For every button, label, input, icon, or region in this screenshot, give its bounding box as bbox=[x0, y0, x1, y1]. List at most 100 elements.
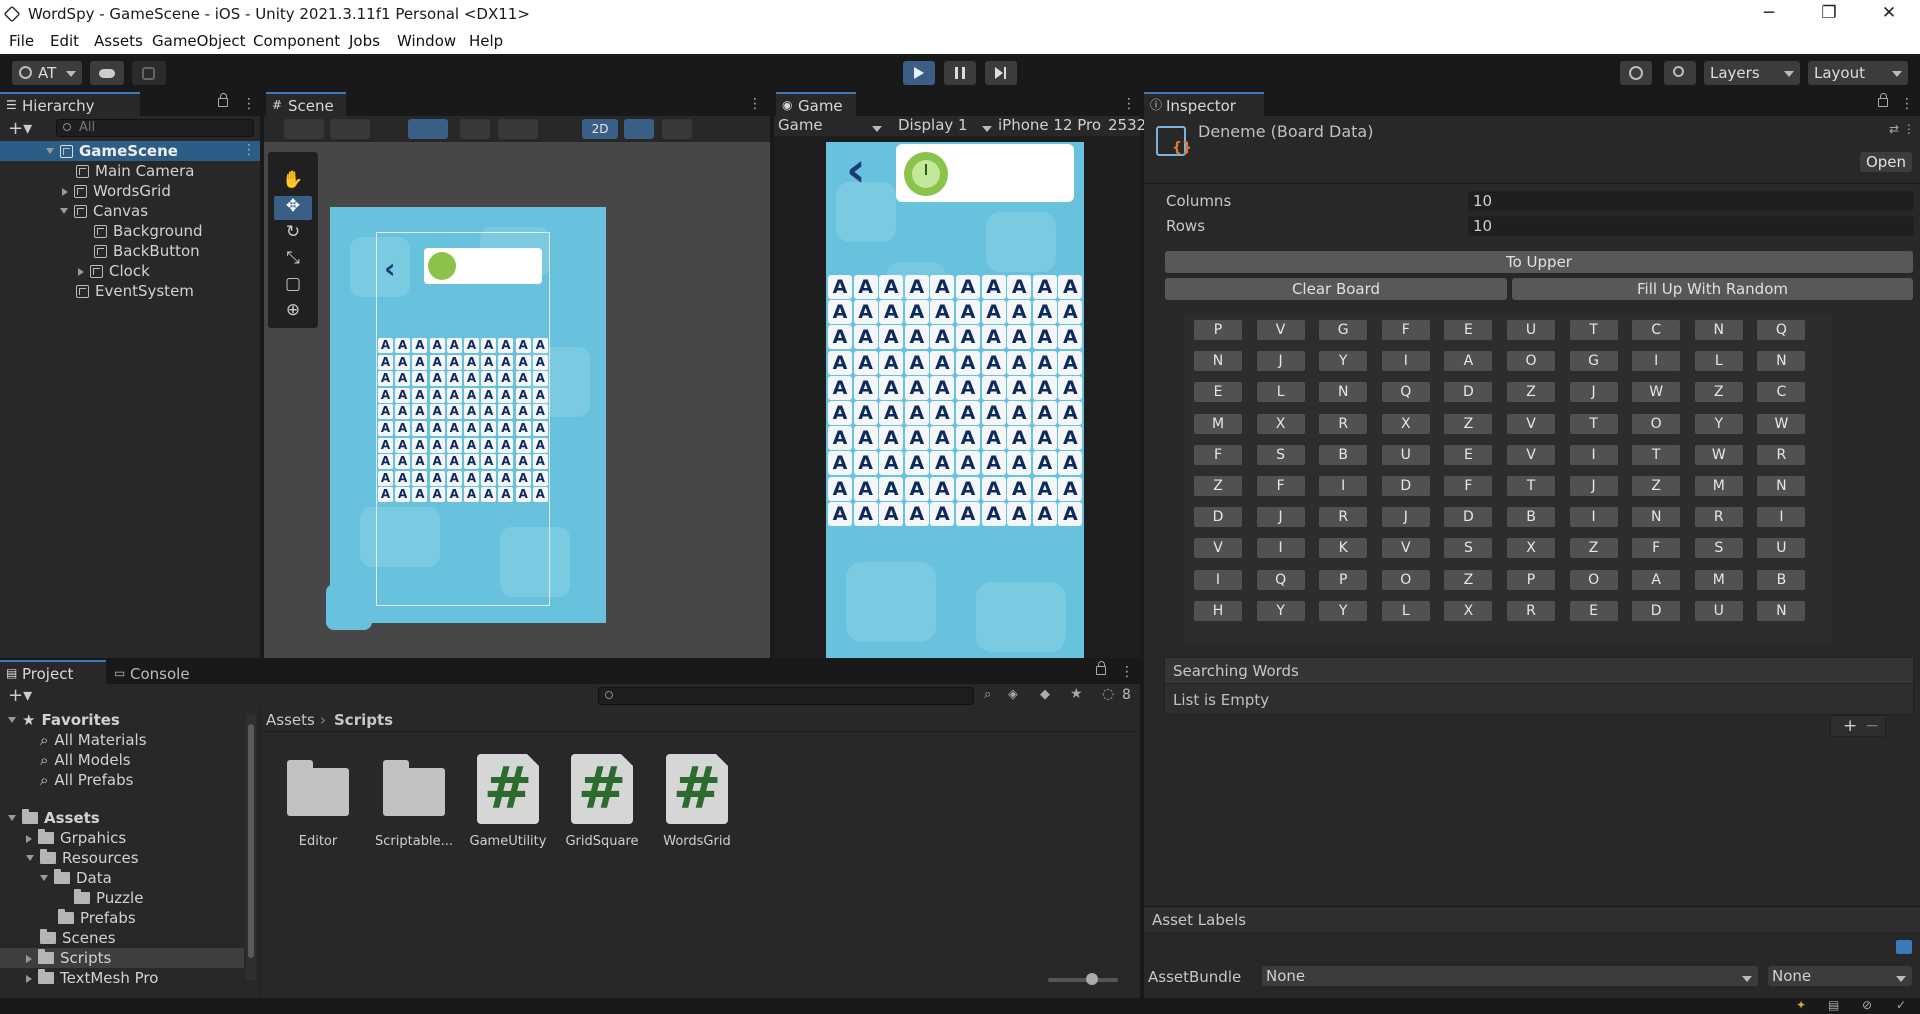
board-cell[interactable]: I bbox=[1757, 507, 1806, 528]
board-cell[interactable]: R bbox=[1757, 444, 1806, 465]
game-letter-tile[interactable]: A bbox=[1032, 325, 1057, 350]
board-cell[interactable]: F bbox=[1632, 538, 1681, 559]
hidden-packages-icon[interactable]: ◌ bbox=[1102, 686, 1114, 702]
board-cell[interactable]: Q bbox=[1256, 569, 1305, 590]
hierarchy-item-background[interactable]: Background bbox=[94, 221, 203, 241]
game-letter-tile[interactable]: A bbox=[1058, 325, 1083, 350]
rows-field[interactable]: 10 bbox=[1468, 216, 1914, 236]
game-letter-tile[interactable]: A bbox=[930, 401, 955, 425]
rect-tool-icon[interactable]: ▢ bbox=[274, 274, 312, 298]
game-letter-tile[interactable]: A bbox=[956, 476, 980, 501]
inspector-lock-icon[interactable] bbox=[1878, 93, 1888, 107]
board-cell[interactable]: T bbox=[1632, 444, 1681, 465]
asset-gridsquare-script[interactable]: # GridSquare bbox=[560, 754, 644, 849]
game-letter-tile[interactable]: A bbox=[828, 401, 852, 425]
game-letter-tile[interactable]: A bbox=[904, 501, 929, 526]
board-cell[interactable]: Q bbox=[1757, 320, 1806, 340]
add-object-button[interactable]: +▾ bbox=[8, 118, 32, 139]
game-letter-tile[interactable]: A bbox=[879, 300, 904, 325]
game-letter-tile[interactable]: A bbox=[930, 426, 955, 451]
board-cell[interactable]: I bbox=[1194, 569, 1242, 590]
game-letter-tile[interactable]: A bbox=[930, 350, 955, 375]
search-button[interactable] bbox=[1664, 61, 1696, 85]
board-cell[interactable]: T bbox=[1569, 320, 1618, 340]
board-cell[interactable]: O bbox=[1507, 351, 1555, 372]
display-dropdown[interactable]: Display 1 bbox=[898, 116, 998, 134]
filter-type-icon[interactable]: ◈ bbox=[1008, 687, 1018, 702]
layers-dropdown[interactable]: Layers bbox=[1704, 61, 1800, 85]
history-button[interactable] bbox=[1620, 61, 1652, 85]
board-cell[interactable]: F bbox=[1444, 476, 1493, 496]
game-letter-tile[interactable]: A bbox=[828, 375, 852, 400]
board-cell[interactable]: F bbox=[1256, 476, 1305, 496]
tree-item-textmesh-pro[interactable]: TextMesh Pro bbox=[26, 968, 158, 988]
board-cell[interactable]: V bbox=[1507, 444, 1555, 465]
hierarchy-item-wordsgrid[interactable]: WordsGrid bbox=[62, 181, 171, 201]
board-cell[interactable]: W bbox=[1757, 413, 1806, 434]
board-cell[interactable]: B bbox=[1507, 507, 1555, 528]
board-cell[interactable]: O bbox=[1632, 413, 1681, 434]
asset-bundle-dropdown[interactable]: None bbox=[1262, 966, 1758, 986]
fill-random-button[interactable]: Fill Up With Random bbox=[1512, 278, 1913, 300]
game-letter-tile[interactable]: A bbox=[930, 501, 955, 526]
icon-size-slider[interactable] bbox=[1048, 973, 1118, 985]
search-by-type-icon[interactable]: ⌕ bbox=[984, 687, 991, 702]
align-button[interactable] bbox=[498, 119, 538, 139]
game-letter-tile[interactable]: A bbox=[981, 375, 1006, 400]
board-cell[interactable]: E bbox=[1444, 444, 1493, 465]
game-letter-tile[interactable]: A bbox=[904, 451, 929, 476]
board-cell[interactable]: V bbox=[1507, 413, 1555, 434]
tab-scene[interactable]: # Scene bbox=[266, 92, 346, 116]
tree-item-scenes[interactable]: Scenes bbox=[40, 928, 116, 948]
step-button[interactable] bbox=[985, 61, 1017, 85]
game-letter-tile[interactable]: A bbox=[981, 401, 1006, 425]
tree-item-scripts[interactable]: Scripts bbox=[26, 948, 111, 968]
game-letter-tile[interactable]: A bbox=[904, 401, 929, 425]
board-cell[interactable]: U bbox=[1757, 538, 1806, 559]
game-letter-tile[interactable]: A bbox=[1032, 426, 1057, 451]
create-asset-button[interactable]: +▾ bbox=[8, 685, 32, 706]
board-cell[interactable]: P bbox=[1319, 569, 1368, 590]
board-cell[interactable]: N bbox=[1757, 351, 1806, 372]
board-cell[interactable]: Z bbox=[1507, 382, 1555, 403]
check-icon[interactable]: ✓ bbox=[1896, 998, 1906, 1012]
close-button[interactable]: ✕ bbox=[1866, 0, 1912, 29]
hierarchy-item-eventsystem[interactable]: EventSystem bbox=[76, 281, 194, 301]
game-letter-tile[interactable]: A bbox=[981, 325, 1006, 350]
board-cell[interactable]: I bbox=[1632, 351, 1681, 372]
game-letter-tile[interactable]: A bbox=[853, 501, 878, 526]
board-cell[interactable]: T bbox=[1569, 413, 1618, 434]
game-letter-tile[interactable]: A bbox=[879, 426, 904, 451]
game-letter-tile[interactable]: A bbox=[904, 375, 929, 400]
board-cell[interactable]: X bbox=[1256, 413, 1305, 434]
board-cell[interactable]: L bbox=[1694, 351, 1743, 372]
game-letter-tile[interactable]: A bbox=[879, 401, 904, 425]
board-cell[interactable]: G bbox=[1319, 320, 1368, 340]
hierarchy-item-backbutton[interactable]: BackButton bbox=[94, 241, 200, 261]
shading-dropdown[interactable] bbox=[330, 119, 370, 139]
draw-mode-dropdown[interactable] bbox=[284, 119, 324, 139]
board-cell[interactable]: D bbox=[1381, 476, 1430, 496]
game-letter-tile[interactable]: A bbox=[853, 325, 878, 350]
board-cell[interactable]: O bbox=[1381, 569, 1430, 590]
board-cell[interactable]: Z bbox=[1632, 476, 1681, 496]
board-cell[interactable]: F bbox=[1194, 444, 1242, 465]
minimize-button[interactable]: ─ bbox=[1746, 0, 1792, 29]
menu-file[interactable]: File bbox=[9, 32, 34, 50]
game-letter-tile[interactable]: A bbox=[1058, 375, 1083, 400]
board-cell[interactable]: A bbox=[1632, 569, 1681, 590]
hierarchy-item-clock[interactable]: Clock bbox=[78, 261, 150, 281]
scene-menu-icon[interactable]: ⋮ bbox=[748, 96, 762, 112]
game-letter-tile[interactable]: A bbox=[1032, 350, 1057, 375]
board-cell[interactable]: E bbox=[1194, 382, 1242, 403]
scene-root[interactable]: GameScene bbox=[46, 141, 178, 161]
board-cell[interactable]: Z bbox=[1444, 569, 1493, 590]
inspector-menu-icon[interactable]: ⋮ bbox=[1900, 96, 1914, 112]
device-dropdown[interactable]: iPhone 12 Pro bbox=[998, 116, 1101, 134]
board-cell[interactable]: G bbox=[1569, 351, 1618, 372]
hierarchy-menu-icon[interactable]: ⋮ bbox=[242, 96, 256, 112]
game-letter-tile[interactable]: A bbox=[904, 476, 929, 501]
game-letter-tile[interactable]: A bbox=[1032, 401, 1057, 425]
board-cell[interactable]: N bbox=[1319, 382, 1368, 403]
tree-item-prefabs[interactable]: Prefabs bbox=[58, 908, 136, 928]
